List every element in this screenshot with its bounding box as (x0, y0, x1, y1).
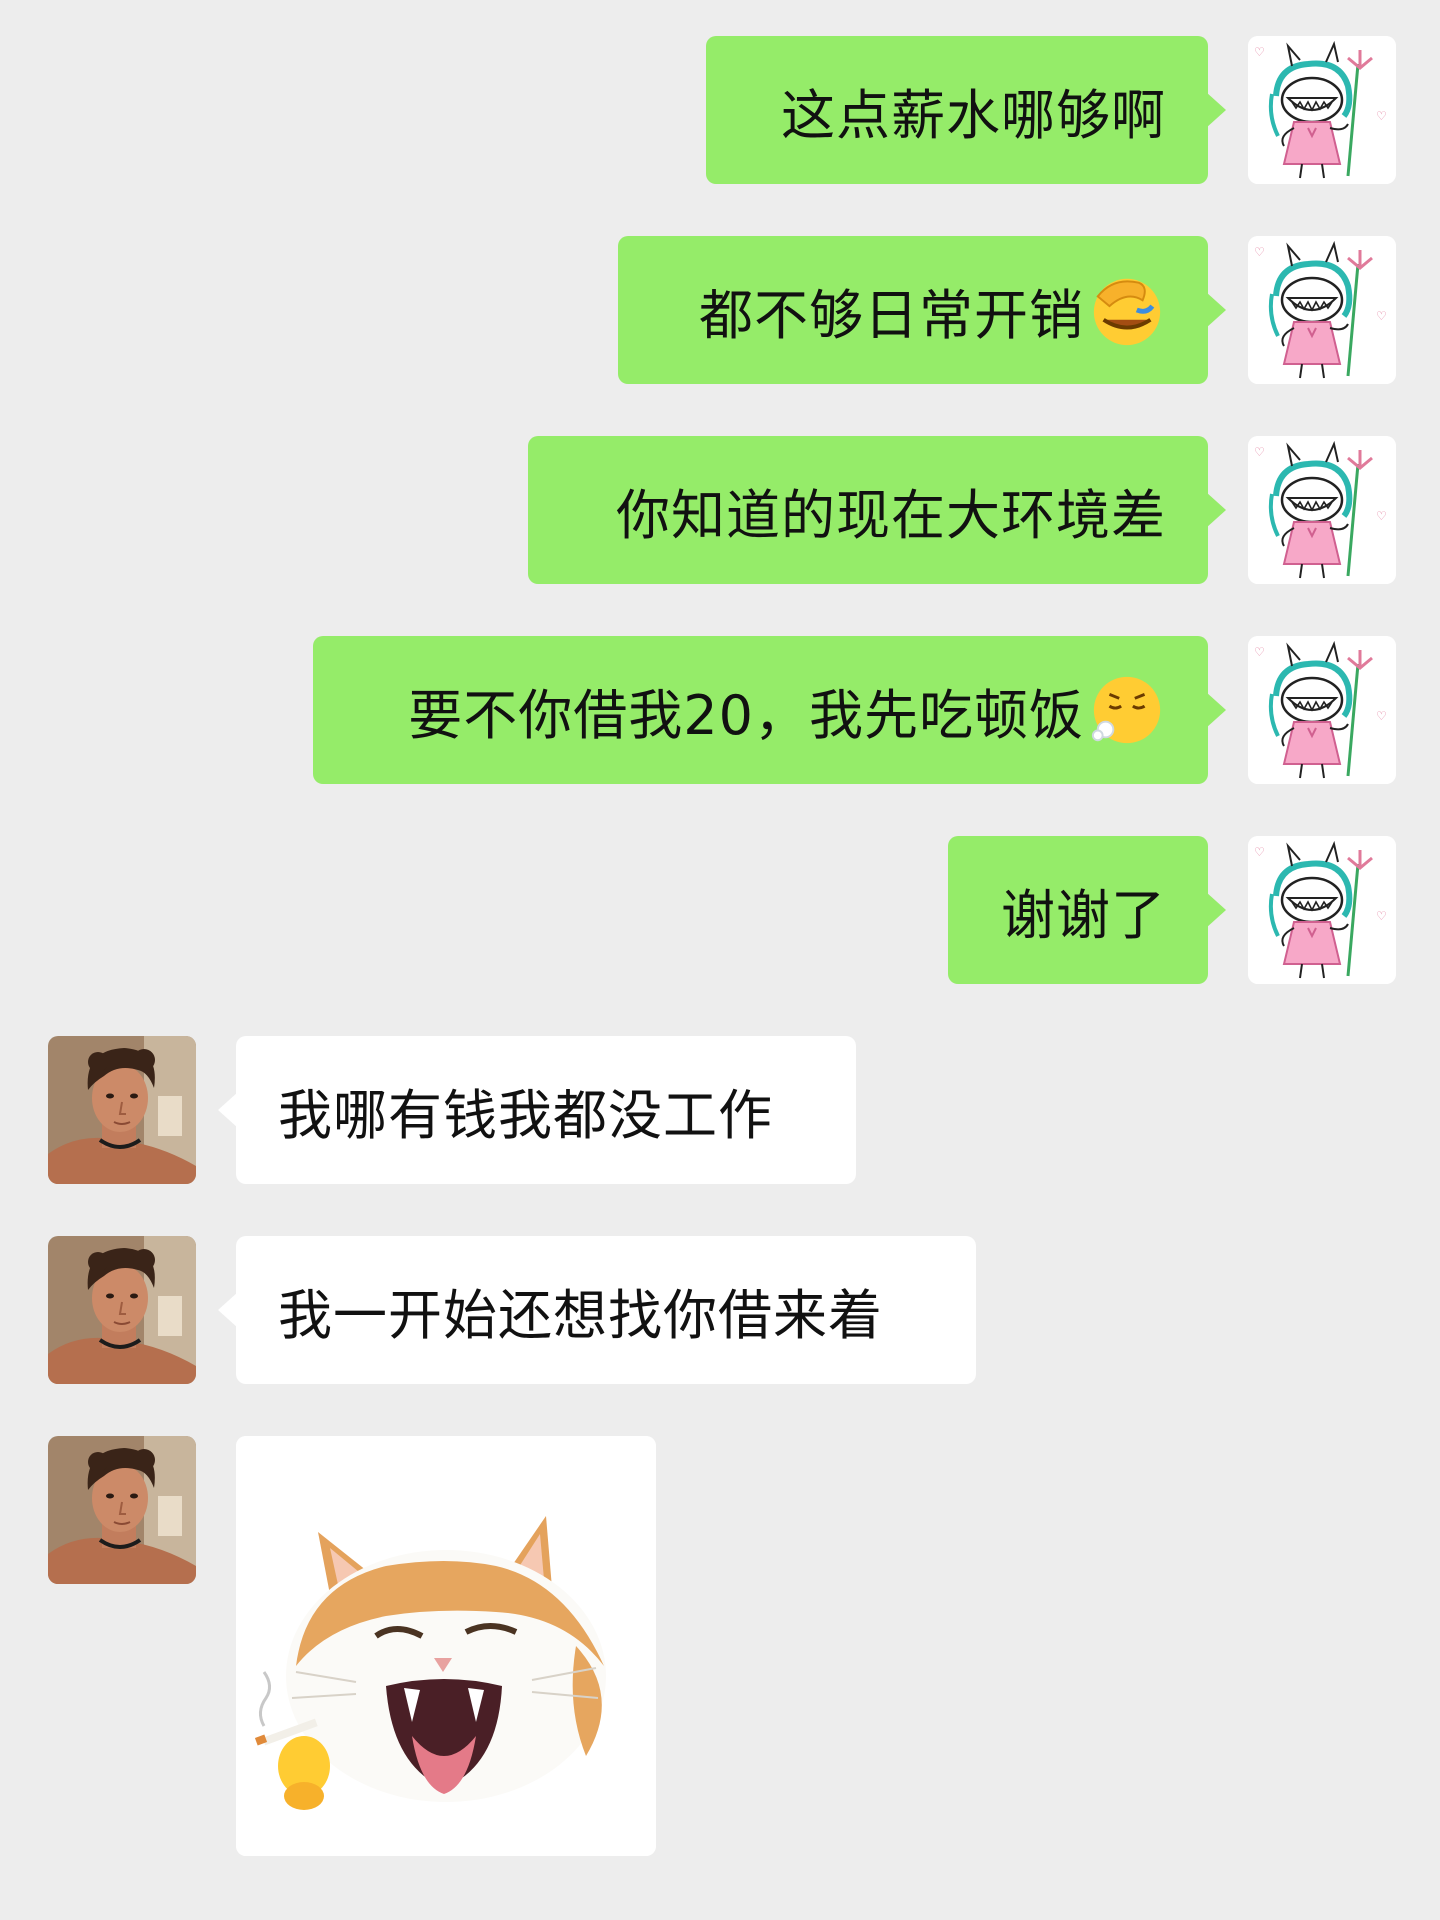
cartoon-devil-girl-avatar-icon (1248, 36, 1396, 184)
self-avatar[interactable] (1248, 236, 1396, 384)
message-text: 都不够日常开销 (699, 283, 1084, 347)
laughing-cat-smoking-sticker[interactable] (236, 1436, 656, 1856)
self-avatar[interactable] (1248, 36, 1396, 184)
outgoing-message-bubble[interactable]: 要不你借我20，我先吃顿饭 (313, 636, 1226, 784)
message-text: 我哪有钱我都没工作 (278, 1083, 773, 1147)
outgoing-message-bubble[interactable]: 这点薪水哪够啊 (706, 36, 1226, 184)
cartoon-devil-girl-avatar-icon (1248, 236, 1396, 384)
message-text: 谢谢了 (1001, 883, 1166, 947)
self-avatar[interactable] (1248, 436, 1396, 584)
laughing-cat-sticker-icon (236, 1436, 656, 1856)
message-text: 要不你借我20，我先吃顿饭 (408, 683, 1084, 747)
curly-haired-man-photo-avatar-icon (48, 1436, 196, 1584)
outgoing-message-bubble[interactable]: 谢谢了 (948, 836, 1226, 984)
friend-avatar[interactable] (48, 1436, 196, 1584)
outgoing-message-bubble[interactable]: 都不够日常开销 (618, 236, 1226, 384)
cartoon-devil-girl-avatar-icon (1248, 636, 1396, 784)
incoming-message-bubble[interactable]: 我哪有钱我都没工作 (218, 1036, 856, 1184)
sighing-face-emoji-icon (1091, 676, 1161, 744)
curly-haired-man-photo-avatar-icon (48, 1236, 196, 1384)
message-text: 这点薪水哪够啊 (781, 83, 1166, 147)
self-avatar[interactable] (1248, 636, 1396, 784)
self-avatar[interactable] (1248, 836, 1396, 984)
cartoon-devil-girl-avatar-icon (1248, 436, 1396, 584)
message-text: 你知道的现在大环境差 (616, 483, 1166, 547)
incoming-message-bubble[interactable]: 我一开始还想找你借来着 (218, 1236, 976, 1384)
friend-avatar[interactable] (48, 1236, 196, 1384)
cartoon-devil-girl-avatar-icon (1248, 836, 1396, 984)
friend-avatar[interactable] (48, 1036, 196, 1184)
curly-haired-man-photo-avatar-icon (48, 1036, 196, 1184)
message-text: 我一开始还想找你借来着 (278, 1283, 883, 1347)
outgoing-message-bubble[interactable]: 你知道的现在大环境差 (528, 436, 1226, 584)
face-palm-emoji-icon (1093, 278, 1161, 346)
